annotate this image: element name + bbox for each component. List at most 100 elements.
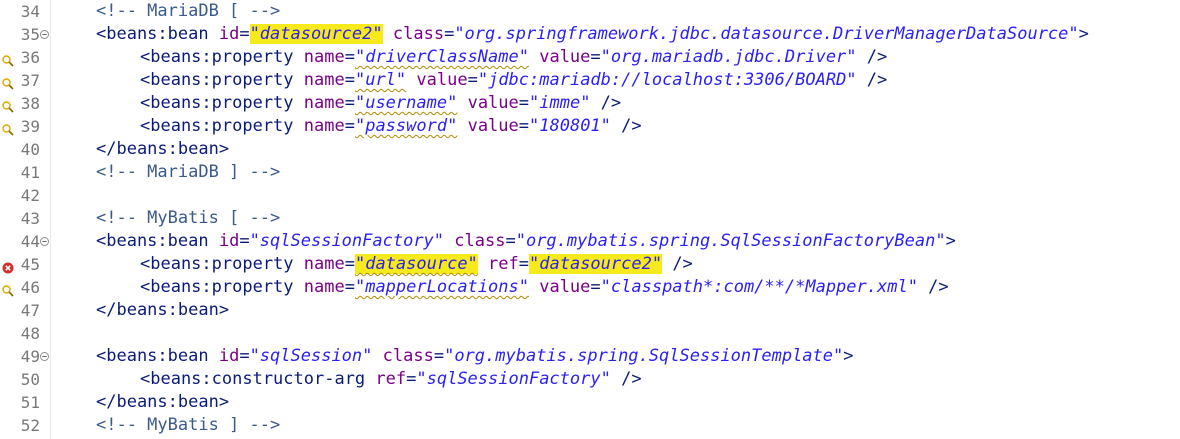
code-line[interactable]: 49 <beans:bean id="sqlSession" class="org…	[0, 345, 1180, 368]
code-token: value	[539, 47, 591, 67]
code-text[interactable]: </beans:bean>	[96, 391, 229, 414]
code-text[interactable]: </beans:bean>	[96, 299, 229, 322]
code-token: id	[218, 231, 240, 251]
code-token: class	[454, 231, 506, 251]
code-line[interactable]: 48	[0, 322, 1180, 345]
code-token: =	[467, 70, 478, 90]
code-text[interactable]: <beans:property name="username" value="i…	[140, 92, 621, 115]
code-text[interactable]: <beans:bean id="sqlSessionFactory" class…	[96, 230, 956, 253]
code-line[interactable]: 35 <beans:bean id="datasource2" class="or…	[0, 23, 1180, 46]
code-text[interactable]: <!-- MyBatis ] -->	[96, 414, 280, 437]
code-token: "url"	[354, 70, 407, 90]
code-token: "username"	[354, 93, 458, 113]
code-text[interactable]: <beans:constructor-arg ref="sqlSessionFa…	[140, 368, 642, 391]
code-token: >	[1078, 24, 1089, 44]
code-token: class	[392, 24, 445, 44]
code-line[interactable]: 40 </beans:bean>	[0, 138, 1180, 161]
code-line[interactable]: 50 <beans:constructor-arg ref="sqlSession…	[0, 368, 1180, 391]
line-number: 35	[20, 25, 40, 44]
code-text[interactable]: </beans:bean>	[96, 138, 229, 161]
code-token: name	[303, 116, 345, 136]
code-text[interactable]: <beans:bean id="sqlSession" class="org.m…	[96, 345, 854, 368]
code-line[interactable]: 52 <!-- MyBatis ] -->	[0, 414, 1180, 437]
error-icon[interactable]	[2, 258, 14, 274]
code-token: =	[344, 254, 355, 274]
code-token: =	[590, 47, 601, 67]
code-token: =	[505, 231, 516, 251]
code-token: <!-- MyBatis [ -->	[96, 208, 281, 228]
code-text[interactable]: <!-- MyBatis [ -->	[96, 207, 280, 230]
line-number: 51	[20, 393, 40, 412]
code-token: id	[218, 346, 240, 366]
code-token: <beans:property	[140, 47, 304, 67]
code-token: =	[518, 254, 530, 274]
fold-minus-icon[interactable]	[40, 352, 49, 361]
code-line[interactable]: 39 <beans:property name="password" value=…	[0, 115, 1180, 138]
code-line[interactable]: 45 <beans:property name="datasource" ref=…	[0, 253, 1180, 276]
code-token: =	[344, 116, 355, 136]
code-line[interactable]: 37 <beans:property name="url" value="jdbc…	[0, 69, 1180, 92]
code-line[interactable]: 43 <!-- MyBatis [ -->	[0, 207, 1180, 230]
code-token: =	[433, 346, 445, 366]
code-token: "org.mariadb.jdbc.Driver"	[600, 47, 857, 67]
code-line[interactable]: 38 <beans:property name="username" value=…	[0, 92, 1180, 115]
code-token: "org.springframework.jdbc.datasource.Dri…	[454, 24, 1079, 44]
code-token: />	[590, 93, 622, 113]
code-token: name	[303, 254, 345, 274]
code-line[interactable]: 34 <!-- MariaDB [ -->	[0, 0, 1180, 23]
code-text[interactable]: <!-- MariaDB [ -->	[96, 0, 280, 23]
code-text[interactable]: <beans:property name="datasource" ref="d…	[140, 253, 693, 276]
code-token: <beans:bean	[96, 346, 219, 366]
code-line[interactable]: 51 </beans:bean>	[0, 391, 1180, 414]
code-line[interactable]: 47 </beans:bean>	[0, 299, 1180, 322]
warning-icon[interactable]	[2, 74, 14, 90]
line-number: 49	[20, 347, 40, 366]
line-number: 52	[20, 416, 40, 435]
xml-code-editor[interactable]: 34 <!-- MariaDB [ --> 35 <beans:bean id="da…	[0, 0, 1180, 439]
code-line[interactable]: 46 <beans:property name="mapperLocations"…	[0, 276, 1180, 299]
code-token: </beans:bean>	[96, 300, 230, 320]
code-line[interactable]: 44 <beans:bean id="sqlSessionFactory" cla…	[0, 230, 1180, 253]
warning-icon[interactable]	[2, 120, 14, 136]
code-token: name	[303, 93, 345, 113]
code-token: "jdbc:mariadb://localhost:3306/BOARD"	[477, 70, 857, 90]
code-text[interactable]: <beans:property name="url" value="jdbc:m…	[140, 69, 887, 92]
code-token: value	[467, 116, 519, 136]
code-text[interactable]: <!-- MariaDB ] -->	[96, 161, 280, 184]
code-token: =	[406, 369, 417, 389]
code-token: />	[610, 369, 642, 389]
fold-minus-icon[interactable]	[40, 30, 49, 39]
code-text[interactable]: <beans:property name="password" value="1…	[140, 115, 642, 138]
code-token: ref	[375, 369, 407, 389]
code-token: "sqlSession"	[249, 346, 373, 366]
line-number: 48	[20, 324, 40, 343]
warning-icon[interactable]	[2, 281, 14, 297]
code-token: "imme"	[529, 93, 591, 113]
code-token: />	[856, 70, 888, 90]
code-text[interactable]: <beans:property name="mapperLocations" v…	[140, 276, 949, 299]
code-token: <beans:constructor-arg	[140, 369, 376, 389]
code-token: <beans:property	[140, 116, 304, 136]
code-token: <beans:property	[140, 277, 304, 297]
code-token: <!-- MariaDB [ -->	[96, 1, 281, 21]
code-token: <!-- MyBatis ] -->	[96, 415, 281, 435]
code-line[interactable]: 41 <!-- MariaDB ] -->	[0, 161, 1180, 184]
code-token: "datasource"	[354, 254, 478, 274]
code-token: </beans:bean>	[96, 392, 230, 412]
fold-minus-icon[interactable]	[40, 237, 49, 246]
code-text[interactable]: <beans:property name="driverClassName" v…	[140, 46, 887, 69]
code-token: =	[590, 277, 601, 297]
code-token: "org.mybatis.spring.SqlSessionFactoryBea…	[515, 231, 946, 251]
code-token: =	[344, 70, 355, 90]
warning-icon[interactable]	[2, 97, 14, 113]
code-line[interactable]: 42	[0, 184, 1180, 207]
code-token: =	[239, 346, 250, 366]
code-line[interactable]: 36 <beans:property name="driverClassName"…	[0, 46, 1180, 69]
warning-icon[interactable]	[2, 51, 14, 67]
code-text[interactable]: <beans:bean id="datasource2" class="org.…	[96, 23, 1089, 46]
code-token: "classpath*:com/**/*Mapper.xml"	[600, 277, 918, 297]
